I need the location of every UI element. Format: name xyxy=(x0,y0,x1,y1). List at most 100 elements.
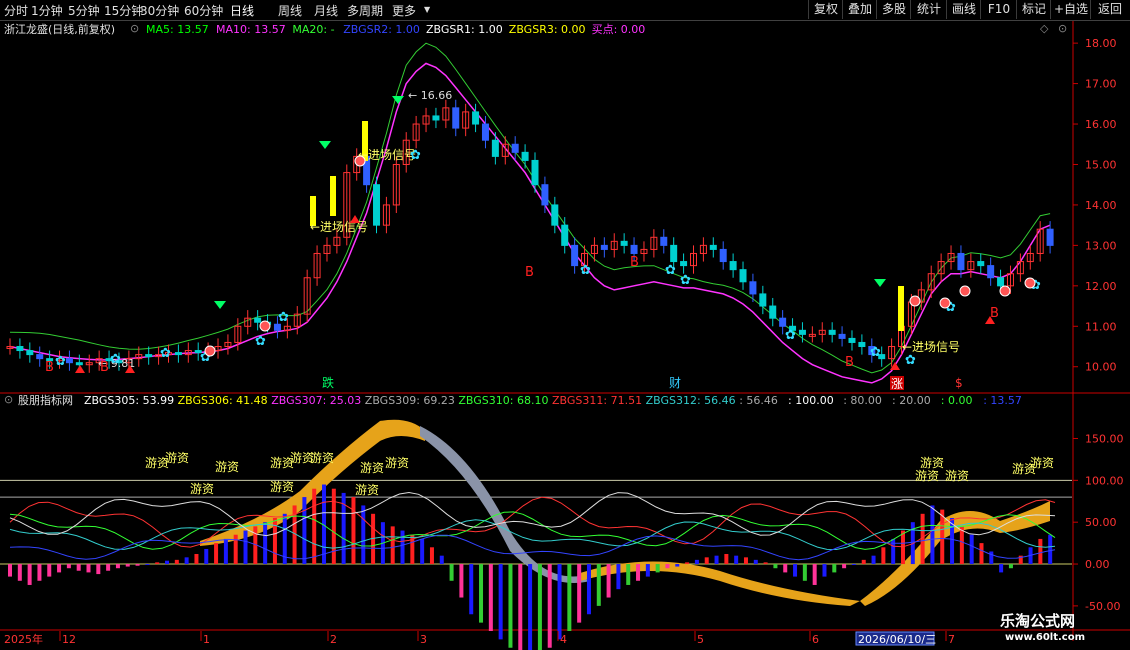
period-tab-4[interactable]: 30分钟 xyxy=(140,2,179,19)
histogram-bar xyxy=(743,557,748,565)
indicator-value-6: ZBGS312: 56.46 xyxy=(645,394,736,407)
candle-body xyxy=(749,281,757,295)
histogram-bar xyxy=(459,564,464,598)
candle-body xyxy=(858,341,866,348)
histogram-bar xyxy=(400,530,405,565)
period-tab-1[interactable]: 1分钟 xyxy=(31,2,63,19)
histogram-bar xyxy=(488,564,493,631)
histogram-bar xyxy=(331,488,336,565)
histogram-bar xyxy=(498,564,503,640)
toolbar-button-1[interactable]: 叠加 xyxy=(842,0,877,19)
youzi-tag: 游资 xyxy=(385,456,409,470)
histogram-bar xyxy=(243,530,248,565)
butterfly-icon: ✿ xyxy=(160,346,171,361)
period-tab-5[interactable]: 60分钟 xyxy=(184,2,223,19)
histogram-bar xyxy=(223,538,228,565)
histogram-bar xyxy=(518,564,523,650)
toolbar-button-4[interactable]: 画线 xyxy=(946,0,981,19)
red-badge-icon xyxy=(1024,277,1036,289)
sub-tick-label: 150.00 xyxy=(1085,432,1124,445)
more-chevron-down-icon[interactable]: ▼ xyxy=(424,5,430,14)
period-tab-8[interactable]: 月线 xyxy=(314,2,338,19)
down-arrow-icon xyxy=(392,96,404,104)
buy-b-marker: B xyxy=(100,360,109,375)
histogram-bar xyxy=(557,564,562,640)
red-badge-icon xyxy=(959,285,971,297)
histogram-bar xyxy=(194,553,199,565)
settings-circle-icon[interactable]: ⊙ xyxy=(130,22,139,35)
signal-bar xyxy=(898,286,904,331)
diamond-icon[interactable]: ◇ xyxy=(1040,22,1048,35)
histogram-bar xyxy=(851,564,856,566)
histogram-bar xyxy=(793,564,798,577)
butterfly-icon: ✿ xyxy=(785,328,796,343)
toolbar-button-3[interactable]: 统计 xyxy=(910,0,947,19)
sub-settings-icon[interactable]: ⊙ xyxy=(4,393,13,406)
sub-tick-label: 0.00 xyxy=(1085,558,1110,571)
buy-b-marker: B xyxy=(630,255,639,270)
month-label: 4 xyxy=(560,633,567,646)
price-tick-label: 18.00 xyxy=(1085,37,1117,50)
histogram-bar xyxy=(871,555,876,565)
period-tab-10[interactable]: 更多 xyxy=(392,2,416,19)
price-tick-label: 16.00 xyxy=(1085,118,1117,131)
sub-tick-label: 100.00 xyxy=(1085,474,1124,487)
indicator-value-2: ZBGS307: 25.03 xyxy=(271,394,362,407)
candle-body xyxy=(145,354,153,358)
butterfly-icon: ✿ xyxy=(665,263,676,278)
youzi-tag: 游资 xyxy=(215,460,239,474)
candle-body xyxy=(828,329,836,335)
toolbar-button-5[interactable]: F10 xyxy=(980,0,1017,19)
histogram-bar xyxy=(655,564,660,573)
event-label: $ xyxy=(955,376,963,390)
period-tab-7[interactable]: 周线 xyxy=(278,2,302,19)
histogram-bar xyxy=(214,543,219,565)
buy-b-marker: B xyxy=(45,360,54,375)
histogram-bar xyxy=(1048,534,1053,565)
period-tab-9[interactable]: 多周期 xyxy=(347,2,383,19)
price-tick-label: 10.00 xyxy=(1085,361,1117,374)
indicator-value-10: : 20.00 xyxy=(892,394,931,407)
candle-body xyxy=(273,323,281,331)
period-tab-0[interactable]: 分时 xyxy=(4,2,28,19)
histogram-bar xyxy=(155,562,160,565)
candle-body xyxy=(491,139,499,157)
period-tab-2[interactable]: 5分钟 xyxy=(68,2,100,19)
indicator-value-5: ZBGSR3: 0.00 xyxy=(508,23,586,36)
watermark-url: www.60lt.com xyxy=(1005,632,1086,643)
histogram-bar xyxy=(233,534,238,565)
histogram-bar xyxy=(125,564,130,567)
toolbar-button-2[interactable]: 多股 xyxy=(876,0,911,19)
period-tab-3[interactable]: 15分钟 xyxy=(104,2,143,19)
histogram-bar xyxy=(106,564,111,571)
date-year-label: 2025年 xyxy=(4,632,43,646)
settings-circle-icon[interactable]: ⊙ xyxy=(1058,22,1067,35)
indicator-value-6: 买点: 0.00 xyxy=(591,23,646,36)
histogram-bar xyxy=(76,564,81,571)
histogram-bar xyxy=(174,559,179,565)
histogram-bar xyxy=(694,559,699,565)
price-tick-label: 12.00 xyxy=(1085,280,1117,293)
toolbar-button-8[interactable]: 返回 xyxy=(1090,0,1129,19)
histogram-bar xyxy=(753,559,758,565)
buy-b-marker: B xyxy=(525,265,534,280)
histogram-bar xyxy=(665,564,670,569)
period-tab-6[interactable]: 日线 xyxy=(230,2,254,19)
histogram-bar xyxy=(626,564,631,585)
butterfly-icon: ✿ xyxy=(410,148,421,163)
histogram-bar xyxy=(861,559,866,565)
candle-body xyxy=(452,107,460,129)
toolbar-button-7[interactable]: +自选 xyxy=(1050,0,1091,19)
up-arrow-icon xyxy=(75,365,85,373)
toolbar-button-0[interactable]: 复权 xyxy=(808,0,843,19)
candle-body xyxy=(472,111,480,125)
down-arrow-icon xyxy=(214,301,226,309)
chart-area[interactable]: 18.00 17.00 16.00 15.00 14.00 13.00 12.00 11.00… xyxy=(0,21,1130,650)
candle-body xyxy=(561,224,569,246)
toolbar-button-6[interactable]: 标记 xyxy=(1016,0,1051,19)
youzi-tag: 游资 xyxy=(270,480,294,494)
histogram-bar xyxy=(47,564,52,577)
stock-title[interactable]: 浙江龙盛(日线,前复权) xyxy=(4,23,115,37)
youzi-tag: 游资 xyxy=(915,469,939,483)
histogram-bar xyxy=(616,564,621,590)
